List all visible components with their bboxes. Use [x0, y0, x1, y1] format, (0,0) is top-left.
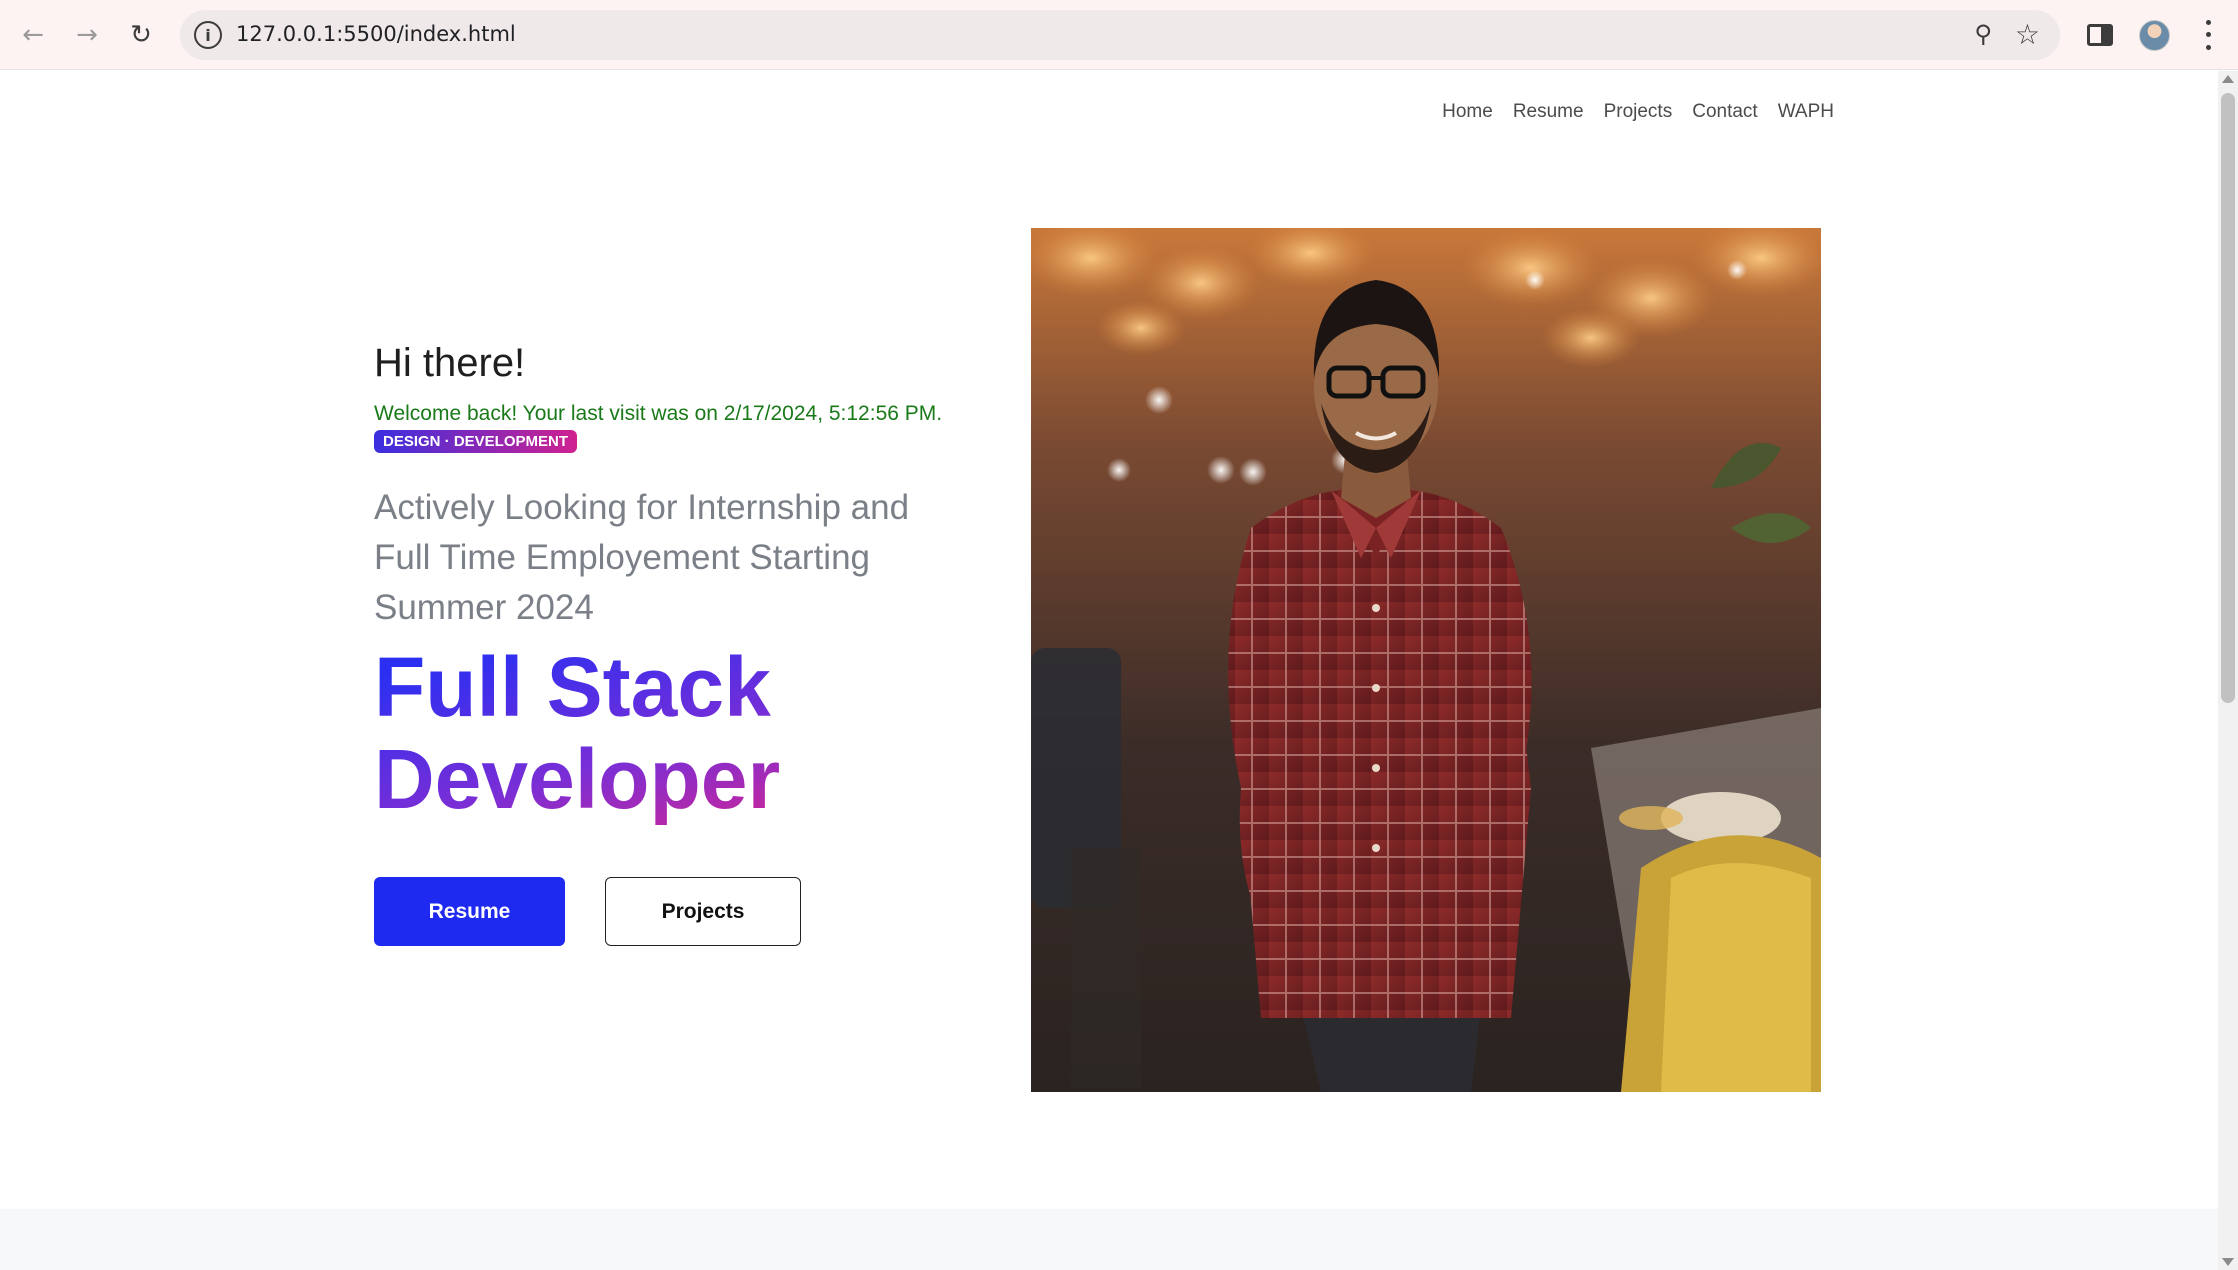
- greeting: Hi there!: [374, 341, 526, 385]
- availability-text: Actively Looking for Internship and Full…: [374, 488, 910, 627]
- info-icon[interactable]: i: [194, 21, 222, 49]
- projects-button[interactable]: Projects: [605, 877, 801, 946]
- page-viewport: Home Resume Projects Contact WAPH Hi the…: [0, 71, 2218, 1270]
- profile-avatar[interactable]: [2139, 20, 2170, 51]
- nav-contact[interactable]: Contact: [1692, 101, 1757, 123]
- arrow-left-icon: ←: [22, 20, 44, 50]
- reload-icon: ↻: [130, 20, 152, 50]
- hero-title-line1: Full Stack: [374, 640, 771, 734]
- profile-photo: [1031, 228, 1821, 1092]
- star-icon[interactable]: ☆: [2015, 18, 2040, 51]
- address-bar[interactable]: i 127.0.0.1:5500/index.html ⚲ ☆: [180, 10, 2060, 60]
- reload-button[interactable]: ↻: [120, 14, 162, 56]
- resume-button[interactable]: Resume: [374, 877, 565, 946]
- side-panel-icon[interactable]: [2087, 24, 2113, 46]
- arrow-right-icon: →: [76, 20, 98, 50]
- nav-waph[interactable]: WAPH: [1778, 101, 1834, 123]
- kebab-menu-icon[interactable]: [2200, 16, 2216, 54]
- page-scrollbar[interactable]: [2218, 71, 2238, 1270]
- browser-toolbar: ← → ↻ i 127.0.0.1:5500/index.html ⚲ ☆: [0, 0, 2238, 70]
- hero-title: Full Stack Developer: [374, 641, 954, 825]
- scroll-up-icon[interactable]: [2222, 75, 2234, 83]
- hero-title-line2: Developer: [374, 732, 781, 826]
- zoom-icon[interactable]: ⚲: [1974, 20, 1992, 48]
- main-nav: Home Resume Projects Contact WAPH: [1442, 101, 1834, 123]
- tag-badge: DESIGN · DEVELOPMENT: [374, 430, 578, 453]
- next-section-band: [0, 1209, 2218, 1270]
- scroll-down-icon[interactable]: [2222, 1258, 2234, 1266]
- nav-resume[interactable]: Resume: [1513, 101, 1584, 123]
- hero-text: Hi there! Welcome back! Your last visit …: [374, 341, 954, 825]
- url-text[interactable]: 127.0.0.1:5500/index.html: [236, 22, 516, 46]
- welcome-message: Welcome back! Your last visit was on 2/1…: [374, 402, 943, 425]
- nav-projects[interactable]: Projects: [1604, 101, 1673, 123]
- hero-buttons: Resume Projects: [374, 877, 801, 946]
- scrollbar-thumb[interactable]: [2221, 93, 2235, 703]
- back-button[interactable]: ←: [12, 14, 54, 56]
- forward-button[interactable]: →: [66, 14, 108, 56]
- nav-home[interactable]: Home: [1442, 101, 1493, 123]
